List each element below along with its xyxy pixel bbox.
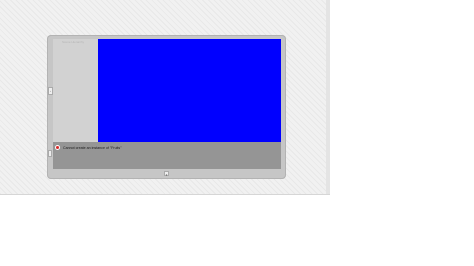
console-resize-handle[interactable] xyxy=(48,150,52,157)
hierarchy-panel-title: Scene Hierarchy xyxy=(62,40,85,44)
game-viewport[interactable] xyxy=(98,39,281,142)
window-resize-handle[interactable]: ▾ xyxy=(164,171,169,177)
hierarchy-panel: Scene Hierarchy xyxy=(53,39,98,142)
console-panel: Cannot create an instance of "Fruits" xyxy=(53,142,281,169)
console-error-message: Cannot create an instance of "Fruits" xyxy=(63,145,122,150)
collapse-panel-handle[interactable]: ‹ xyxy=(48,87,53,95)
workspace-edge xyxy=(326,0,330,194)
chevron-down-icon: ▾ xyxy=(165,173,168,177)
console-error-row[interactable]: Cannot create an instance of "Fruits" xyxy=(55,145,122,150)
workspace-divider xyxy=(0,194,330,195)
chevron-left-icon: ‹ xyxy=(50,89,51,93)
error-icon xyxy=(55,145,60,150)
